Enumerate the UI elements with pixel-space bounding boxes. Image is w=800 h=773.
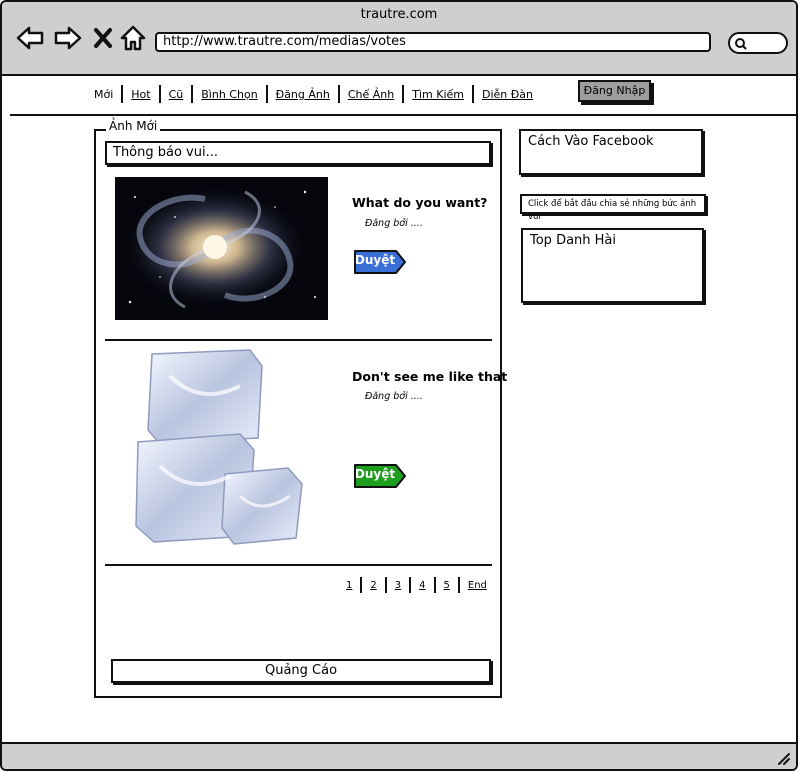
window-title: trautre.com bbox=[360, 7, 438, 22]
facebook-box-title: Cách Vào Facebook bbox=[528, 134, 654, 149]
resize-grip-icon[interactable] bbox=[776, 751, 790, 765]
menu-item-tim-kiem[interactable]: Tìm Kiếm bbox=[404, 88, 472, 101]
notice-bar: Thông báo vui... bbox=[105, 141, 491, 165]
arrow-right-icon[interactable] bbox=[54, 24, 82, 52]
approve-button[interactable]: Duyệt bbox=[352, 249, 406, 275]
x-icon[interactable] bbox=[92, 24, 114, 52]
approve-button-label: Duyệt bbox=[354, 467, 396, 481]
home-icon[interactable] bbox=[119, 24, 147, 52]
menu-item-moi[interactable]: Mới bbox=[94, 88, 121, 101]
pagination: 1 2 3 4 5 End bbox=[338, 577, 495, 593]
browser-search-field[interactable] bbox=[728, 32, 788, 54]
browser-titlebar: trautre.com http://www.trautre.com/media… bbox=[2, 2, 796, 76]
ice-cubes-image[interactable] bbox=[130, 346, 308, 546]
search-icon bbox=[735, 38, 747, 50]
page-link[interactable]: 2 bbox=[362, 580, 384, 591]
browser-window: trautre.com http://www.trautre.com/media… bbox=[0, 0, 798, 771]
page-link[interactable]: 1 bbox=[338, 580, 360, 591]
arrow-left-icon[interactable] bbox=[16, 24, 44, 52]
panel-title: Ảnh Mới bbox=[106, 119, 161, 133]
post-title[interactable]: Don't see me like that bbox=[352, 369, 507, 384]
page-link-end[interactable]: End bbox=[460, 580, 495, 591]
approve-button-label: Duyệt bbox=[354, 253, 396, 267]
approve-button[interactable]: Duyệt bbox=[352, 463, 406, 489]
menu-item-hot[interactable]: Hot bbox=[123, 88, 158, 101]
facebook-box[interactable]: Cách Vào Facebook bbox=[519, 129, 703, 175]
share-prompt-text: Click để bắt đầu chia sẻ những bức ảnh v… bbox=[528, 199, 697, 222]
page-link[interactable]: 5 bbox=[436, 580, 458, 591]
post-author: Đăng bởi .... bbox=[365, 391, 423, 402]
ad-banner[interactable]: Quảng Cáo bbox=[111, 659, 491, 683]
post-title[interactable]: What do you want? bbox=[352, 195, 487, 210]
url-bar[interactable]: http://www.trautre.com/medias/votes bbox=[155, 32, 711, 52]
post-author: Đăng bởi .... bbox=[365, 218, 423, 229]
top-comedians-title: Top Danh Hài bbox=[530, 233, 617, 248]
menu-item-che-anh[interactable]: Chế Ảnh bbox=[340, 88, 402, 101]
browser-status-bar bbox=[2, 742, 796, 769]
menu-item-dang-anh[interactable]: Đăng Ảnh bbox=[268, 88, 338, 101]
share-prompt-box[interactable]: Click để bắt đầu chia sẻ những bức ảnh v… bbox=[520, 194, 706, 222]
post-divider bbox=[105, 564, 492, 566]
page-link[interactable]: 4 bbox=[411, 580, 433, 591]
header-divider bbox=[10, 114, 796, 116]
main-menu: Mới Hot Cũ Bình Chọn Đăng Ảnh Chế Ảnh Tì… bbox=[94, 84, 541, 104]
galaxy-image[interactable] bbox=[115, 177, 328, 320]
page-link[interactable]: 3 bbox=[387, 580, 409, 591]
menu-item-dien-dan[interactable]: Diễn Đàn bbox=[474, 88, 541, 101]
top-comedians-box: Top Danh Hài bbox=[521, 228, 704, 303]
login-button[interactable]: Đăng Nhập bbox=[578, 80, 651, 102]
menu-item-cu[interactable]: Cũ bbox=[161, 88, 192, 101]
post-divider bbox=[105, 339, 492, 341]
menu-item-binh-chon[interactable]: Bình Chọn bbox=[193, 88, 265, 101]
